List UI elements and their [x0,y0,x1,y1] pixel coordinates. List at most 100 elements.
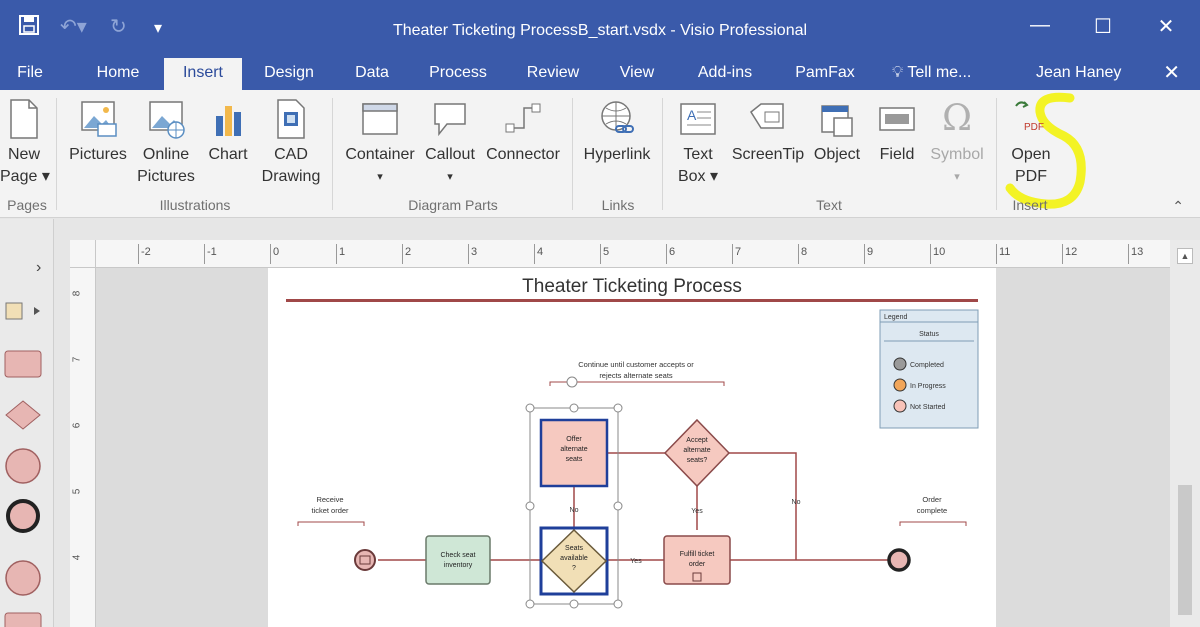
ruler-tick-label: -1 [207,246,217,258]
scroll-up-button[interactable]: ▲ [1177,248,1193,264]
annotation-top-line1: Continue until customer accepts or [578,360,694,369]
diagram-title: Theater Ticketing Process [522,276,742,297]
expand-shapes-icon[interactable]: › [36,259,41,277]
diamond-shape[interactable] [4,399,42,431]
chart-button[interactable]: Chart [202,98,254,166]
tab-view[interactable]: View [612,58,662,90]
gateway-seats-available[interactable]: Seats available ? [539,526,609,596]
ruler-tick-label: 5 [603,246,610,258]
task-fulfill-ticket-order[interactable]: Fulfill ticket order [663,535,731,585]
tab-data[interactable]: Data [346,58,398,90]
tell-me-text: Tell me... [907,64,972,81]
ruler-tick-label: 13 [1131,246,1144,258]
separator [572,98,573,210]
cad-drawing-label-1: CAD [274,146,308,163]
open-pdf-label-1: Open [1011,146,1051,163]
ruler-tick-line [468,244,469,264]
group-illustrations: Illustrations [159,197,231,213]
gateway-accept-alternate-seats[interactable]: Accept alternate seats? [663,418,731,488]
pictures-button[interactable]: Pictures [66,98,130,166]
ruler-tick-line [930,244,931,264]
online-pictures-button[interactable]: Online Pictures [134,98,198,188]
legend-subtitle: Status [919,331,939,338]
screentip-label: ScreenTip [731,146,805,163]
new-page-label-1: New [7,146,40,163]
ruler-v-tick-label: 8 [71,290,83,297]
cad-drawing-label-2: Drawing [261,168,321,185]
ruler-tick-label: 0 [273,246,280,258]
tab-pamfax[interactable]: PamFax [788,58,862,90]
lightbulb-icon: 💡︎ [892,64,904,81]
legend-not-started: Not Started [910,404,946,411]
field-label: Field [879,146,915,163]
collapse-ribbon-icon[interactable]: ⌃ [1172,198,1184,215]
tab-process[interactable]: Process [420,58,496,90]
minimize-button[interactable]: — [1020,14,1060,37]
stencil-icon[interactable] [4,299,44,323]
ruler-tick-line [1062,244,1063,264]
end-event[interactable] [887,548,911,572]
tab-insert[interactable]: Insert [164,58,242,90]
screentip-button[interactable]: ScreenTip [728,98,808,166]
ruler-tick-line [996,244,997,264]
ruler-tick-line [204,244,205,264]
thick-circle-shape[interactable] [4,497,42,535]
text-box-button[interactable]: A Text Box ▾ [672,98,724,188]
cad-drawing-button[interactable]: CAD Drawing [258,98,324,188]
hyperlink-button[interactable]: Hyperlink [578,98,656,166]
start-event[interactable] [354,549,376,571]
separator [662,98,663,210]
ruler-v-tick-label: 7 [71,356,83,363]
annotation-end-line1: Order [922,495,942,504]
rectangle-shape-2[interactable] [4,611,42,627]
close-ribbon-icon[interactable]: ✕ [1163,58,1180,90]
group-diagram-parts: Diagram Parts [408,197,498,213]
ruler-tick-line [600,244,601,264]
tab-design[interactable]: Design [256,58,322,90]
scroll-thumb[interactable] [1178,485,1192,615]
online-pictures-label-1: Online [142,146,190,163]
circle-shape[interactable] [4,447,42,485]
rectangle-shape[interactable] [4,349,42,379]
object-button[interactable]: Object [810,98,864,166]
circle-shape-2[interactable] [4,559,42,597]
close-button[interactable]: ✕ [1146,14,1186,39]
group-pages: Pages [7,197,47,213]
tab-home[interactable]: Home [86,58,150,90]
connector-button[interactable]: Connector [482,98,564,166]
symbol-label-1: Symbol [930,146,984,163]
maximize-button[interactable]: ☐ [1083,14,1123,39]
user-name[interactable]: Jean Haney [1036,58,1121,90]
vertical-scrollbar[interactable]: ▲ [1170,240,1200,627]
ruler-tick-label: 4 [537,246,544,258]
container-label-1: Container [345,146,415,163]
vertical-ruler: 8 7 6 5 4 [70,268,96,627]
new-page-button[interactable]: New Page ▾ [0,98,50,188]
text-box-icon: A [680,103,716,135]
ruler-v-tick-label: 5 [71,488,83,495]
connector-icon [505,103,541,133]
legend[interactable]: Legend Status Completed In Progress Not … [879,309,979,429]
ruler-tick-label: 9 [867,246,874,258]
tell-me-search[interactable]: 💡︎ Tell me... [892,58,971,90]
drawing-page[interactable]: Theater Ticketing Process Legend Status … [268,268,996,627]
tab-file[interactable]: File [10,58,50,90]
annotation-connector-handle[interactable] [566,376,578,388]
open-pdf-button[interactable]: PDF Open PDF [1004,98,1058,188]
ruler-tick-label: 2 [405,246,412,258]
task-offer-alternate-seats[interactable]: Offer alternate seats [539,418,609,488]
legend-swatch-not-started [893,399,907,413]
legend-completed: Completed [910,362,944,369]
field-button[interactable]: Field [870,98,924,166]
ruler-tick-line [402,244,403,264]
container-button[interactable]: Container ▾ [340,98,420,188]
tab-add-ins[interactable]: Add-ins [688,58,762,90]
ruler-tick-line [534,244,535,264]
tab-review[interactable]: Review [516,58,590,90]
task-check-seat-inventory[interactable]: Check seat inventory [425,535,491,585]
ruler-corner [70,240,96,268]
cad-drawing-icon [277,99,305,139]
ruler-tick-label: 7 [735,246,742,258]
callout-button[interactable]: Callout ▾ [420,98,480,188]
symbol-button[interactable]: Ω Symbol ▾ [926,98,988,188]
